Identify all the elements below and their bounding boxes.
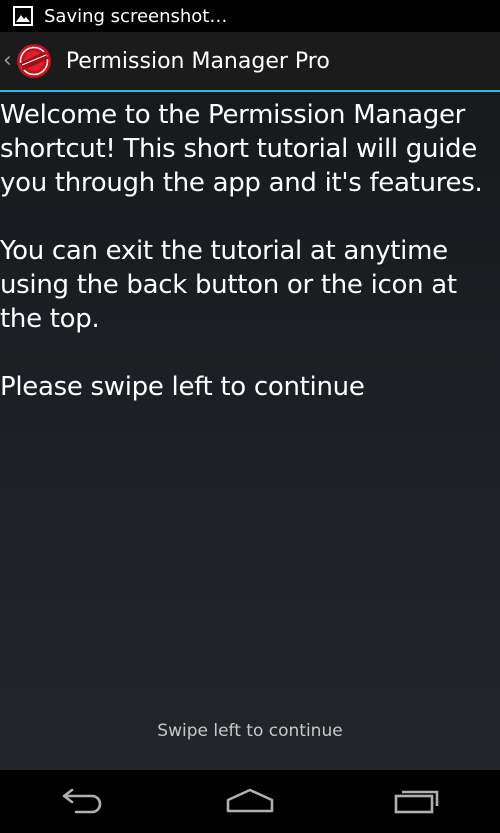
back-icon [60, 786, 106, 818]
up-button[interactable]: ‹ [0, 32, 54, 90]
screen: Saving screenshot… ‹ Permission Manager … [0, 0, 500, 833]
action-bar: ‹ Permission Manager Pro [0, 32, 500, 92]
recents-button[interactable] [372, 777, 462, 827]
app-title: Permission Manager Pro [65, 48, 330, 74]
chevron-left-icon: ‹ [3, 48, 12, 73]
tutorial-paragraph-welcome: Welcome to the Permission Manager shortc… [0, 100, 483, 198]
recents-icon [393, 786, 441, 818]
home-icon [225, 786, 275, 818]
permission-manager-logo [14, 41, 54, 81]
image-icon [12, 5, 34, 27]
tutorial-page[interactable]: Welcome to the Permission Manager shortc… [0, 92, 500, 770]
tutorial-text: Welcome to the Permission Manager shortc… [0, 92, 500, 404]
swipe-hint: Swipe left to continue [157, 721, 343, 741]
home-button[interactable] [205, 777, 295, 827]
nav-bar [0, 770, 500, 833]
tutorial-paragraph-swipe: Please swipe left to continue [0, 372, 365, 402]
back-button[interactable] [38, 777, 128, 827]
tutorial-paragraph-exit: You can exit the tutorial at anytime usi… [0, 236, 457, 334]
status-text: Saving screenshot… [44, 5, 228, 27]
status-bar: Saving screenshot… [0, 0, 500, 32]
